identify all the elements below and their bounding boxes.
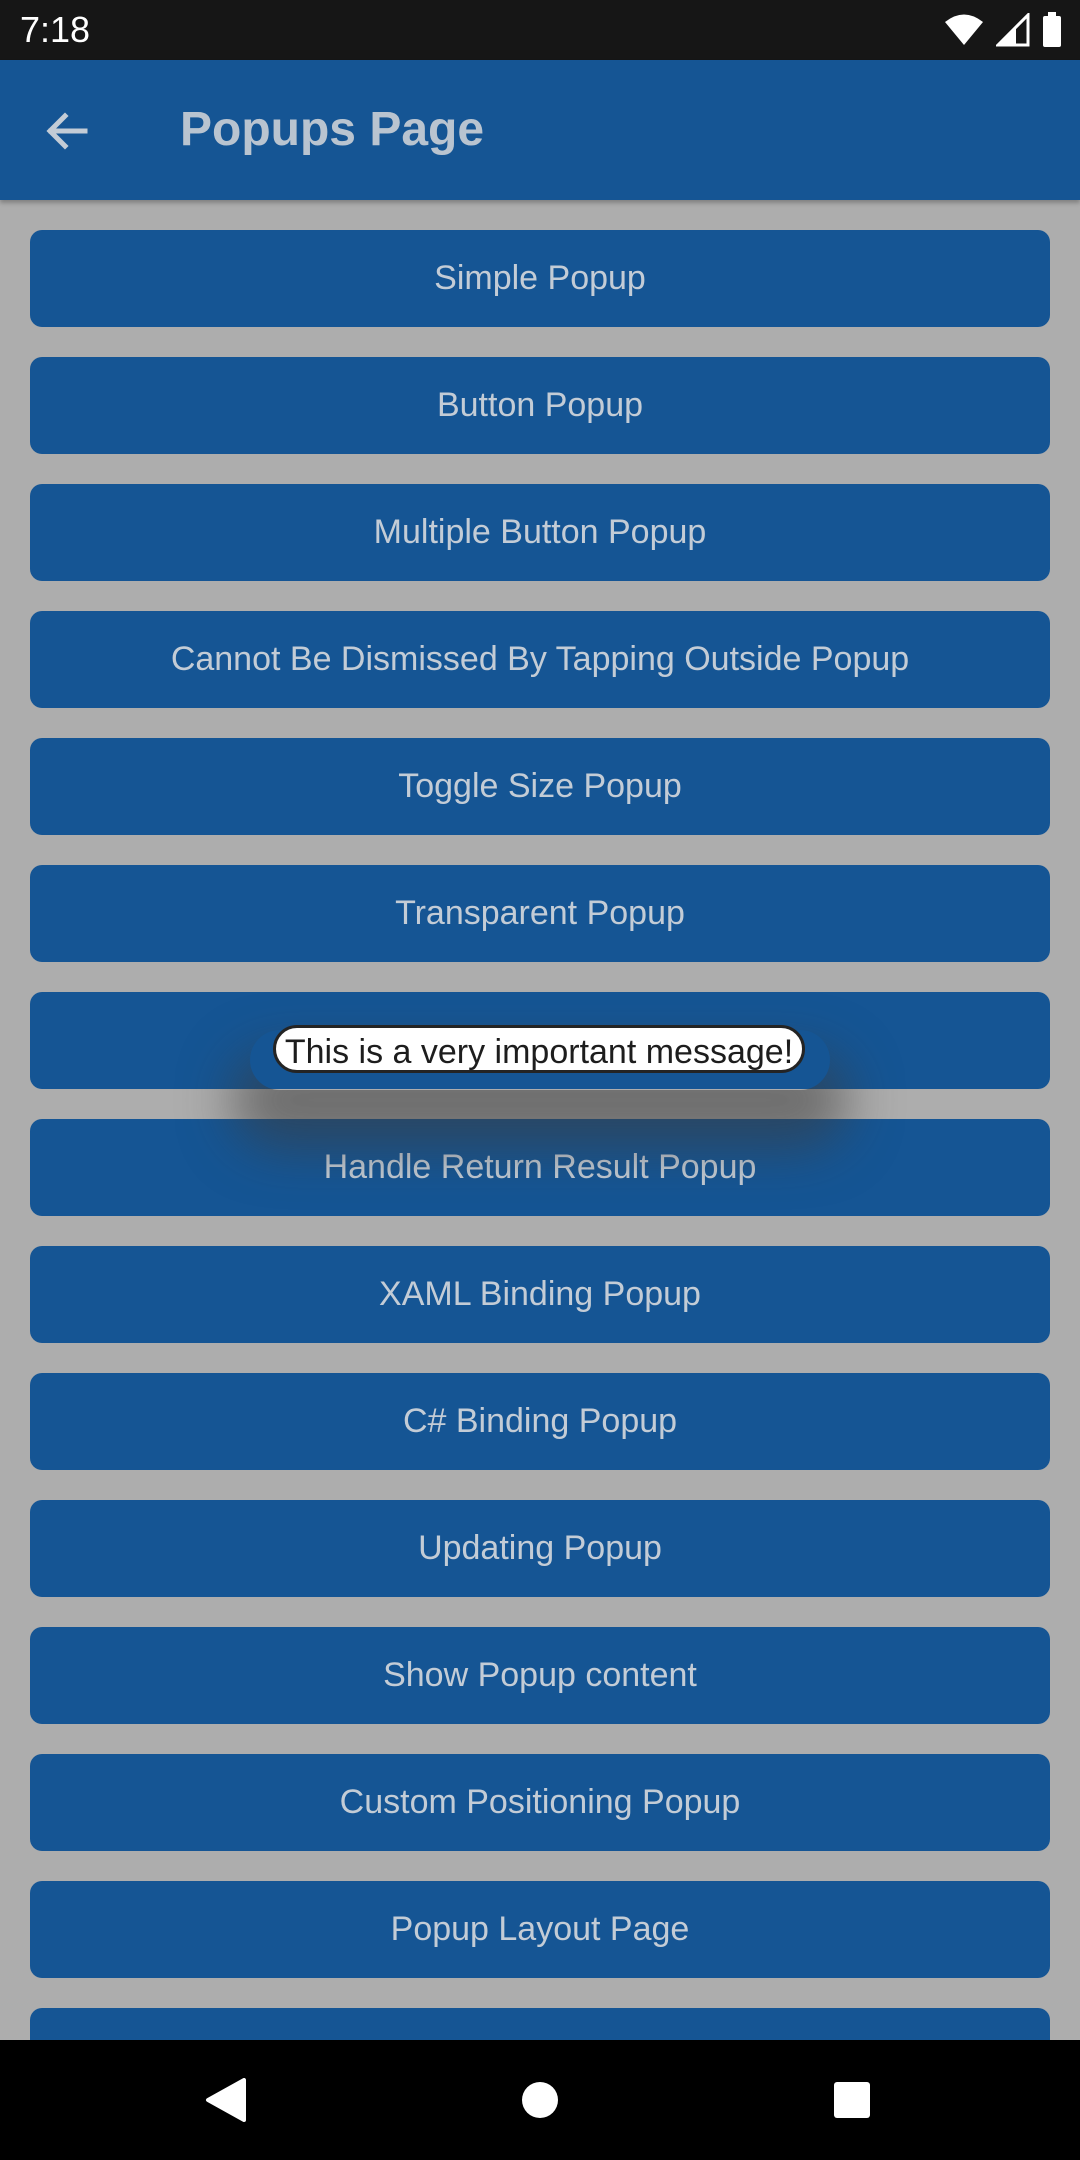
- page-title: Popups Page: [180, 103, 485, 156]
- status-icons: [944, 12, 1062, 48]
- nav-recents-button[interactable]: [822, 2070, 882, 2130]
- back-button[interactable]: [36, 100, 98, 162]
- nav-back-button[interactable]: [195, 2070, 255, 2130]
- home-circle-icon: [522, 2082, 558, 2118]
- show-popup-content-button[interactable]: Show Popup content: [30, 1627, 1050, 1724]
- handle-return-result-popup-button[interactable]: Handle Return Result Popup: [30, 1119, 1050, 1216]
- app-bar: Popups Page: [0, 60, 1080, 200]
- status-bar: 7:18: [0, 0, 1080, 60]
- updating-popup-button[interactable]: Updating Popup: [30, 1500, 1050, 1597]
- custom-positioning-popup-button[interactable]: Custom Positioning Popup: [30, 1754, 1050, 1851]
- xaml-binding-popup-button[interactable]: XAML Binding Popup: [30, 1246, 1050, 1343]
- button-popup-button[interactable]: Button Popup: [30, 357, 1050, 454]
- popup-button-list: Simple Popup Button Popup Multiple Butto…: [0, 200, 1080, 2040]
- wifi-icon: [945, 14, 983, 45]
- transparent-popup-button[interactable]: Transparent Popup: [30, 865, 1050, 962]
- csharp-binding-popup-button[interactable]: C# Binding Popup: [30, 1373, 1050, 1470]
- nav-home-button[interactable]: [510, 2070, 570, 2130]
- cannot-be-dismissed-popup-button[interactable]: Cannot Be Dismissed By Tapping Outside P…: [30, 611, 1050, 708]
- navigation-bar: [0, 2040, 1080, 2160]
- back-triangle-icon: [206, 2078, 246, 2122]
- partially-visible-button[interactable]: [30, 2008, 1050, 2040]
- multiple-button-popup-button[interactable]: Multiple Button Popup: [30, 484, 1050, 581]
- signal-icon: [996, 13, 1030, 47]
- battery-icon: [1043, 12, 1061, 47]
- toast-message: This is a very important message!: [273, 1025, 805, 1073]
- toggle-size-popup-button[interactable]: Toggle Size Popup: [30, 738, 1050, 835]
- simple-popup-button[interactable]: Simple Popup: [30, 230, 1050, 327]
- recents-square-icon: [834, 2082, 870, 2118]
- popup-layout-page-button[interactable]: Popup Layout Page: [30, 1881, 1050, 1978]
- arrow-left-icon: [46, 112, 88, 150]
- status-time: 7:18: [20, 9, 91, 50]
